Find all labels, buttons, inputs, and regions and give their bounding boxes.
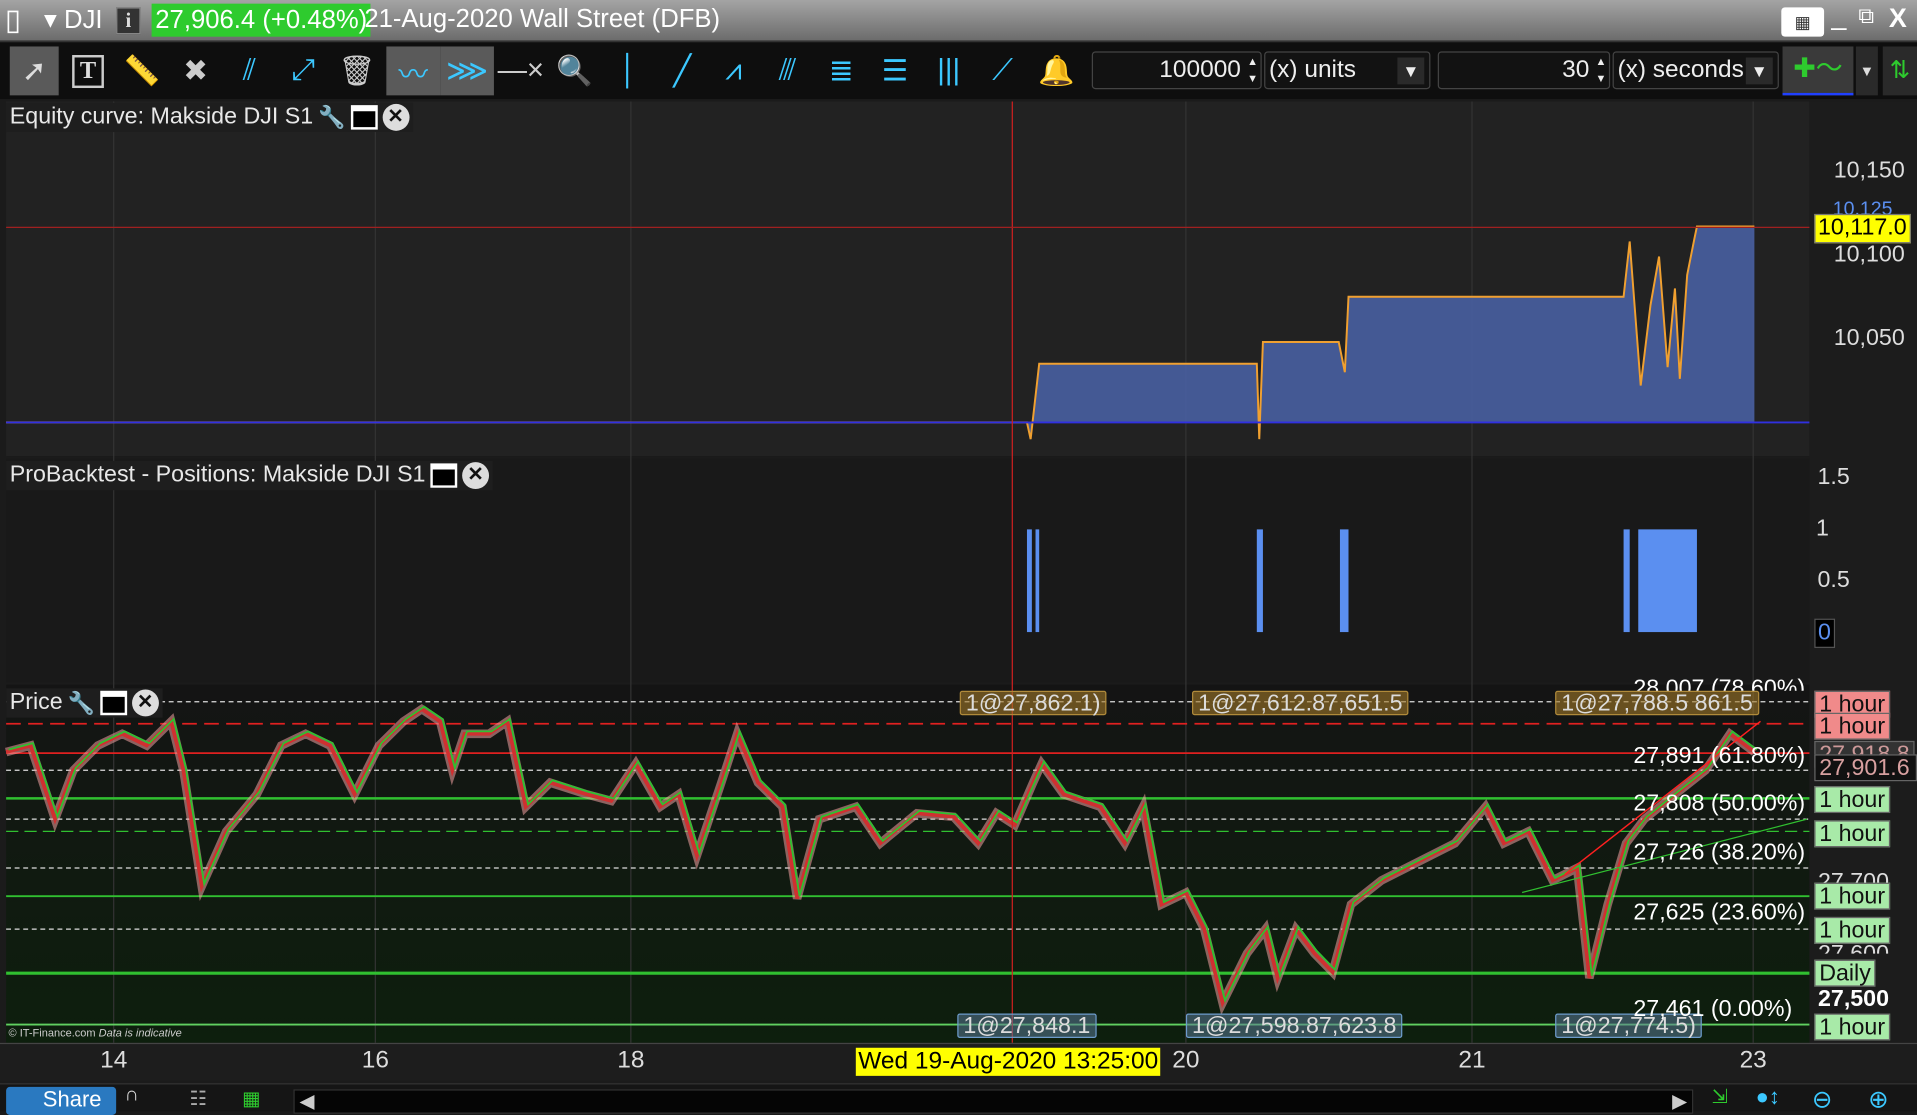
y-tick-label: 27,600 [1814,941,1892,953]
fib-level-label: 27,726 (38.20%) [1633,839,1806,866]
alert-tag[interactable]: 1 hour [1814,1013,1890,1041]
fib-level-label: 27,625 (23.60%) [1633,899,1806,926]
share-label: Share [42,1086,102,1112]
trade-label[interactable]: 1@27,788.5 861.5 [1555,690,1759,715]
alert-tag[interactable]: 1 hour [1814,820,1890,848]
price-panel-header: Price 🔧 ✕ [6,688,163,718]
zoom-out-icon[interactable]: ⊖ [1812,1084,1832,1115]
x-tick-label: 23 [1739,1046,1767,1074]
alert-tag[interactable]: 1 hour [1814,882,1890,910]
hidden-y-tick-label: 10,125 [1832,199,1893,214]
scroll-left-icon[interactable]: ◀ [300,1089,315,1113]
alert-tag[interactable]: 1 hour [1814,786,1890,814]
wrench-icon[interactable]: 🔧 [68,690,95,716]
last-price-tag: 27,901.6 [1814,754,1917,782]
list-icon[interactable]: ☷ [189,1087,207,1111]
y-tick-label: 0.5 [1817,567,1850,593]
y-tick-label: 27,500 [1817,986,1890,1013]
equity-last-value: 10,117.0 [1814,213,1911,244]
trade-label[interactable]: 1@27,598.87,623.8 [1185,1013,1403,1038]
alert-tag[interactable]: Daily [1814,959,1876,987]
y-tick-label: 1.5 [1817,464,1850,491]
vertical-zoom-icon[interactable]: ●↕ [1756,1084,1780,1110]
copyright-notice: © IT-Finance.com Data is indicative [8,1026,182,1040]
x-tick-label: 21 [1458,1046,1486,1074]
position-bar [1035,529,1040,633]
chart-canvas[interactable] [0,0,1917,1111]
scroll-right-icon[interactable]: ▶ [1672,1089,1687,1113]
y-tick-label: 0 [1814,618,1835,648]
positions-panel-header: ProBacktest - Positions: Makside DJI S1 ✕ [6,460,493,491]
positions-panel-bg [6,458,1810,683]
wrench-icon[interactable]: 🔧 [318,105,345,131]
trade-label[interactable]: 1@27,848.1 [957,1013,1097,1038]
position-bar [1638,529,1697,633]
order-book-icon[interactable]: ▦ [242,1087,260,1111]
auto-scroll-icon[interactable]: ⇲ [1712,1084,1728,1108]
trade-label[interactable]: 1@27,862.1) [959,690,1107,715]
maximize-panel-icon[interactable] [99,690,127,716]
fib-level-label: 27,808 (50.00%) [1633,791,1806,817]
alert-tag[interactable]: 1 hour [1814,916,1890,944]
alert-tag[interactable]: 1 hour [1814,712,1890,740]
position-bar [1339,529,1349,633]
price-panel-bg [6,684,1810,1043]
positions-panel-title: ProBacktest - Positions: Makside DJI S1 [9,462,426,488]
fib-level-label: 28,007 (78.60%) [1633,676,1806,691]
position-bar [1256,529,1263,633]
bottom-bar: Share ∩ ☷ ▦ ◀ ▶ ⇲ ●↕ ⊖ ⊕ [0,1083,1917,1115]
zoom-in-icon[interactable]: ⊕ [1868,1084,1888,1115]
trade-label[interactable]: 1@27,612.87,651.5 [1192,690,1409,715]
fib-level-label: 27,461 (0.00%) [1633,996,1793,1023]
x-tick-label: 20 [1172,1046,1200,1074]
position-bar [1026,529,1032,633]
x-tick-label: 18 [617,1046,645,1074]
equity-panel-header: Equity curve: Makside DJI S1 🔧 ✕ [6,102,413,133]
equity-panel-title: Equity curve: Makside DJI S1 [9,103,314,130]
maximize-panel-icon[interactable] [430,463,458,488]
link-icon[interactable]: ∩ [125,1084,139,1106]
x-tick-label: 14 [100,1046,128,1074]
horizontal-scrollbar[interactable]: ◀ ▶ [293,1089,1694,1114]
close-panel-icon[interactable]: ✕ [382,103,410,131]
price-panel-title: Price [9,689,63,716]
position-bar [1623,529,1630,633]
maximize-panel-icon[interactable] [350,105,378,130]
y-tick-label: 1 [1816,515,1829,542]
close-panel-icon[interactable]: ✕ [131,689,159,717]
y-tick-label: 10,150 [1833,157,1905,184]
x-tick-label: 16 [361,1046,389,1074]
fib-level-label: 27,891 (61.80%) [1633,743,1806,770]
crosshair-time-label: Wed 19-Aug-2020 13:25:00 [855,1047,1161,1076]
close-panel-icon[interactable]: ✕ [462,462,490,490]
y-tick-label: 10,050 [1833,325,1905,351]
y-tick-label: 10,100 [1833,242,1905,268]
